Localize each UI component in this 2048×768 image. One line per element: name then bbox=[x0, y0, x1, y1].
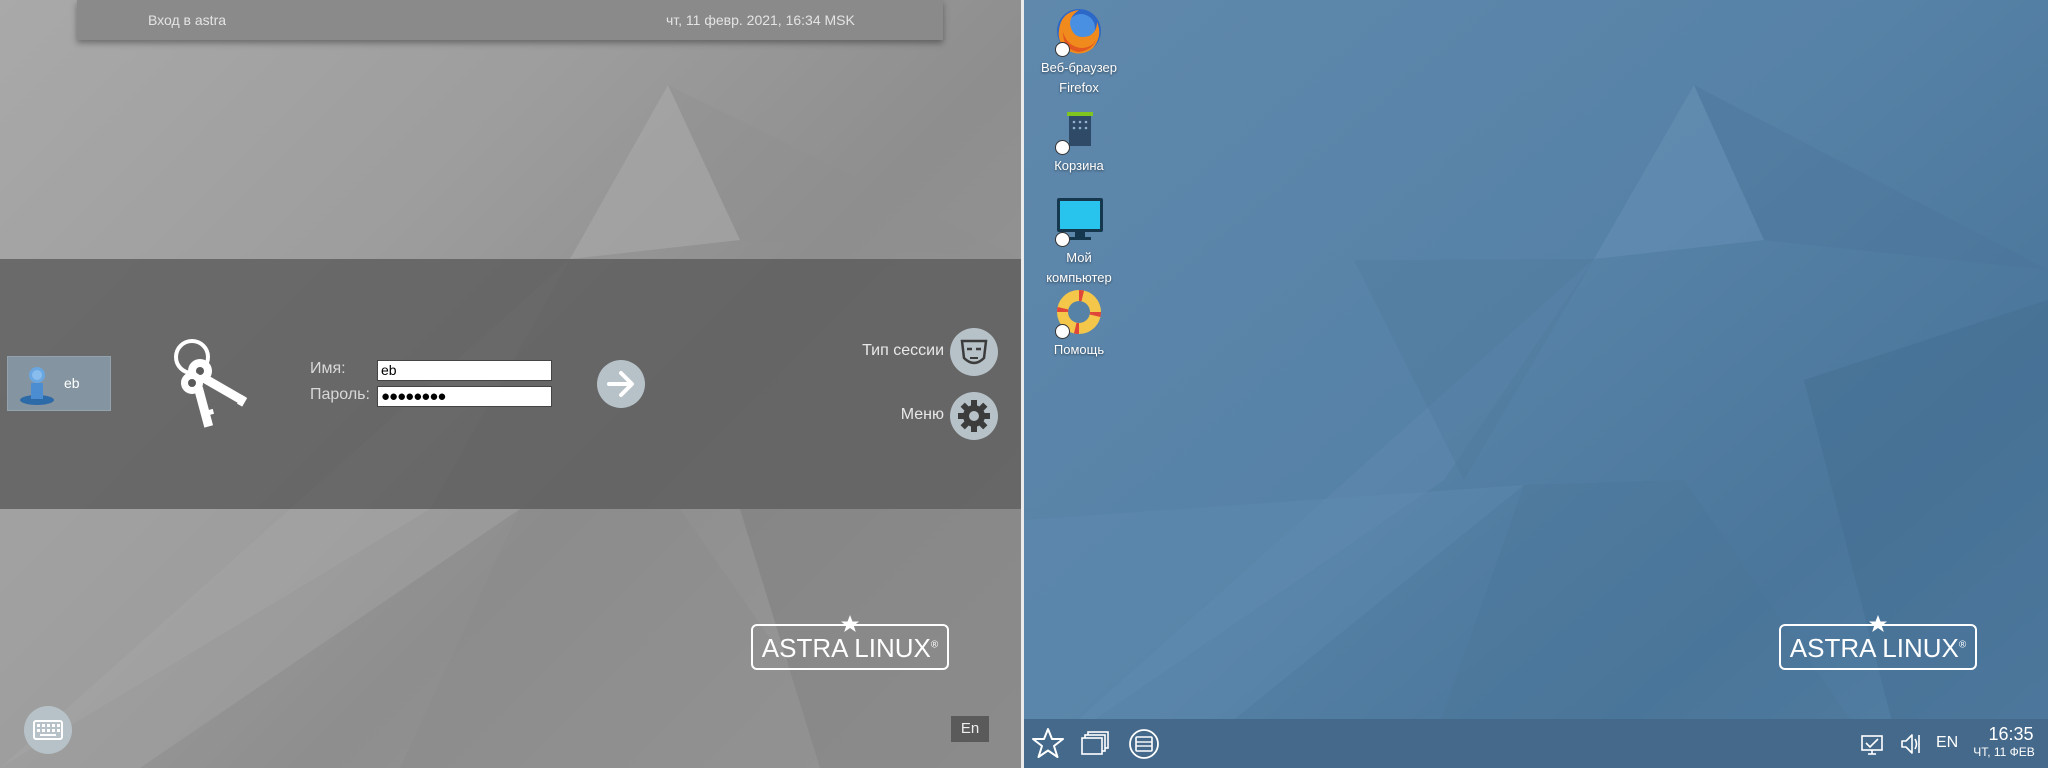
shortcut-arrow-icon bbox=[1055, 140, 1070, 155]
start-menu-button[interactable] bbox=[1028, 724, 1068, 764]
login-language-indicator[interactable]: En bbox=[951, 716, 989, 742]
login-top-bar: Вход в astra чт, 11 февр. 2021, 16:34 MS… bbox=[77, 0, 943, 40]
login-title: Вход в astra bbox=[148, 12, 227, 28]
shortcut-arrow-icon bbox=[1055, 324, 1070, 339]
taskbar: EN 16:35 ЧТ, 11 ФЕВ bbox=[1024, 719, 2048, 768]
astra-linux-logo: ASTRA LINUX® bbox=[751, 614, 949, 670]
desktop-icon-label: Корзина bbox=[1054, 158, 1104, 173]
volume-icon bbox=[1901, 734, 1920, 754]
astra-linux-logo: ASTRA LINUX® bbox=[1779, 614, 1977, 670]
shortcut-arrow-icon bbox=[1055, 42, 1070, 57]
windows-switcher-button[interactable] bbox=[1076, 724, 1116, 764]
name-input[interactable]: eb bbox=[377, 360, 552, 381]
logo-text: ASTRA LINUX bbox=[761, 633, 931, 663]
file-manager-icon bbox=[1129, 729, 1159, 759]
star-icon bbox=[1032, 728, 1064, 758]
login-screen: Вход в astra чт, 11 февр. 2021, 16:34 MS… bbox=[0, 0, 1021, 768]
desktop-icon-label: компьютер bbox=[1046, 270, 1112, 285]
logo-text: ASTRA LINUX bbox=[1789, 633, 1959, 663]
network-icon bbox=[1861, 735, 1883, 755]
login-submit-button[interactable] bbox=[597, 360, 645, 408]
password-label: Пароль: bbox=[310, 386, 370, 403]
taskbar-clock-time[interactable]: 16:35 bbox=[1976, 724, 2046, 744]
desktop-icon-help[interactable]: Помощь bbox=[1029, 288, 1129, 360]
password-input[interactable]: ●●●●●●●● bbox=[377, 386, 552, 407]
gear-icon bbox=[958, 400, 990, 432]
network-tray-button[interactable] bbox=[1852, 724, 1892, 764]
login-clock: чт, 11 февр. 2021, 16:34 MSK bbox=[666, 12, 855, 28]
taskbar-clock-date[interactable]: ЧТ, 11 ФЕВ bbox=[1962, 744, 2046, 760]
desktop-icon-label: Веб-браузер bbox=[1040, 60, 1118, 75]
keyboard-icon bbox=[33, 720, 63, 740]
desktop-icon-label: Мой bbox=[1066, 250, 1092, 265]
user-tile[interactable]: eb bbox=[7, 356, 111, 411]
mask-icon bbox=[960, 339, 988, 365]
logo-registered-mark: ® bbox=[1958, 639, 1967, 651]
keys-icon bbox=[174, 339, 248, 428]
name-label: Имя: bbox=[310, 360, 346, 377]
login-panel bbox=[0, 259, 1021, 509]
session-type-button[interactable] bbox=[950, 328, 998, 376]
star-logo-icon bbox=[1869, 615, 1887, 632]
user-name: eb bbox=[64, 375, 80, 391]
windows-icon bbox=[1081, 731, 1109, 755]
desktop-icon-label: Firefox bbox=[1059, 80, 1099, 95]
keyboard-layout-indicator[interactable]: EN bbox=[1936, 734, 1958, 752]
file-manager-button[interactable] bbox=[1124, 724, 1164, 764]
arrow-right-icon bbox=[607, 371, 634, 397]
desktop-icon-firefox[interactable]: Веб-браузер Firefox bbox=[1029, 6, 1129, 98]
desktop: Веб-браузер Firefox Корзина Мой компьюте… bbox=[1024, 0, 2048, 768]
desktop-icon-trash[interactable]: Корзина bbox=[1029, 104, 1129, 176]
desktop-icon-my-computer[interactable]: Мой компьютер bbox=[1029, 196, 1129, 288]
desktop-icon-label: Помощь bbox=[1053, 342, 1105, 357]
star-logo-icon bbox=[841, 615, 859, 632]
menu-label[interactable]: Меню bbox=[850, 406, 944, 424]
onscreen-keyboard-button[interactable] bbox=[24, 706, 72, 754]
menu-button[interactable] bbox=[950, 392, 998, 440]
user-icon bbox=[20, 367, 54, 405]
session-type-label[interactable]: Тип сессии bbox=[830, 342, 944, 360]
shortcut-arrow-icon bbox=[1055, 232, 1070, 247]
logo-registered-mark: ® bbox=[930, 639, 939, 651]
volume-tray-button[interactable] bbox=[1890, 724, 1930, 764]
